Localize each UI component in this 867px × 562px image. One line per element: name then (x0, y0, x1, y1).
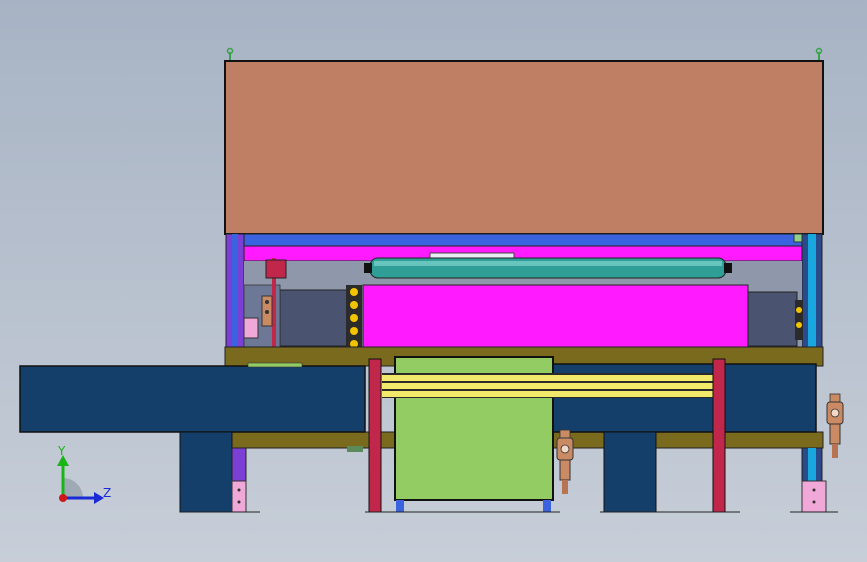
lifting-eye-icon (226, 47, 234, 60)
roller (364, 257, 732, 279)
small-fitting (347, 446, 363, 452)
blue-beam (243, 233, 803, 247)
chain-segment (346, 285, 362, 349)
left-foot (179, 431, 233, 513)
left-frame-post-inner (232, 234, 238, 354)
pink-foot-pad-left (231, 480, 247, 513)
pink-block (243, 317, 259, 339)
chain-segment-right (795, 300, 803, 340)
right-frame-post-inner (808, 234, 816, 354)
top-cover (224, 60, 824, 235)
triad-icon: Y Z (57, 444, 111, 504)
red-rod-cap (265, 259, 287, 279)
right-foot (603, 431, 657, 513)
red-leg-left (368, 358, 382, 513)
base-fitting-left (396, 500, 404, 512)
red-leg-right (712, 358, 726, 513)
pneumatic-valve-icon (826, 393, 844, 458)
triad-y-label: Y (57, 444, 66, 458)
green-clip (793, 233, 803, 243)
yellow-rail-stack (382, 373, 714, 398)
pneumatic-valve-icon (556, 429, 574, 494)
base-fitting-right (543, 500, 551, 512)
right-gray-box (744, 291, 798, 347)
lifting-eye-icon (815, 47, 823, 60)
green-pad (247, 362, 303, 368)
triad-z-label: Z (103, 486, 111, 500)
cad-viewport[interactable]: Y Z (0, 0, 867, 562)
left-gray-box (279, 289, 351, 347)
left-conveyor-beam (19, 365, 366, 433)
pink-foot-pad-right (801, 480, 827, 513)
